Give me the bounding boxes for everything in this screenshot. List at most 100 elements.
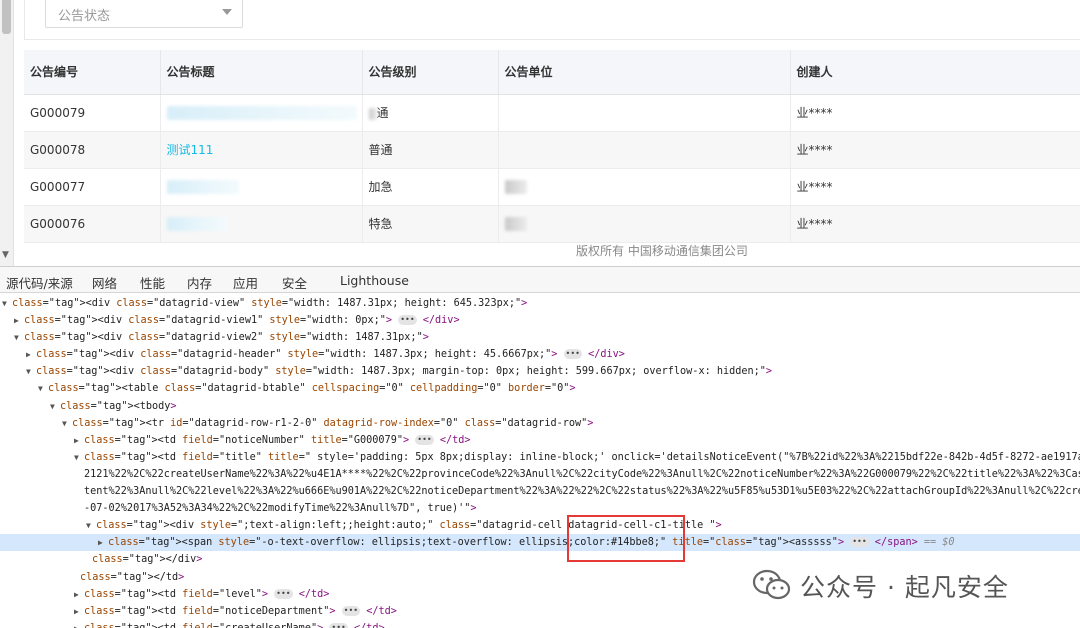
dom-node-code: 2121%22%2C%22createUserName%22%3A%22%u4E… — [84, 468, 1080, 480]
cell-creator: 业**** — [790, 131, 1080, 169]
closing-tag: </td> — [433, 434, 471, 446]
dom-node-selected[interactable]: ▶ class="tag"><span style="-o-text-overfl… — [0, 534, 1080, 552]
cell-title[interactable]: 测试111 — [160, 131, 363, 169]
chevron-down-icon[interactable] — [222, 9, 232, 15]
collapsed-ellipsis-icon[interactable]: ••• — [329, 622, 348, 628]
dom-node-code: class="tag"><tr id="datagrid-row-r1-2-0"… — [72, 417, 594, 429]
dom-node-line[interactable]: ▼ class="tag"><table class="datagrid-btab… — [0, 380, 1080, 397]
cell-unit — [498, 94, 791, 132]
cell-unit — [498, 205, 791, 243]
selected-node-marker: == $0 — [917, 537, 955, 549]
collapsed-ellipsis-icon[interactable]: ••• — [398, 315, 417, 326]
tab-security[interactable]: 安全 — [282, 273, 307, 292]
column-header-title[interactable]: 公告标题 — [160, 50, 363, 95]
closing-tag: </td> — [348, 623, 385, 628]
table-row[interactable]: G000077 加急 业**** — [24, 168, 1080, 206]
expand-triangle-icon[interactable]: ▼ — [86, 517, 96, 534]
dom-node-code: class="tag"><td field="noticeDepartment"… — [84, 605, 336, 617]
notice-title-link[interactable]: 测试111 — [167, 143, 214, 157]
dom-node-line[interactable]: ▼ class="tag"><td field="title" title=" s… — [0, 449, 1080, 466]
tab-application[interactable]: 应用 — [233, 273, 258, 292]
wechat-icon — [752, 569, 791, 600]
table-row[interactable]: G000076 特急 业**** — [24, 205, 1080, 243]
expand-triangle-icon[interactable]: ▼ — [14, 329, 24, 346]
dom-node-line[interactable]: ▼ class="tag"><div class="datagrid-view2"… — [0, 329, 1080, 346]
closing-tag: </div> — [581, 349, 625, 361]
dom-node-code: class="tag"></td> — [80, 571, 185, 583]
cell-number: G000077 — [24, 168, 161, 206]
cell-level: 加急 — [362, 168, 499, 206]
dom-node-code: class="tag"><table class="datagrid-btabl… — [48, 383, 576, 395]
cell-title[interactable] — [160, 94, 363, 132]
table-row[interactable]: G000078 测试111 普通 业**** — [24, 131, 1080, 169]
cell-creator: 业**** — [790, 94, 1080, 132]
expand-triangle-icon[interactable]: ▼ — [50, 398, 60, 415]
collapsed-ellipsis-icon[interactable]: ••• — [274, 588, 293, 599]
column-header-creator[interactable]: 创建人 — [790, 50, 1080, 95]
dom-node-code: class="tag"><div class="datagrid-view" s… — [12, 298, 528, 309]
collapsed-ellipsis-icon[interactable]: ••• — [563, 349, 582, 360]
dom-node-code: class="tag"><tbody> — [60, 400, 177, 412]
collapse-triangle-icon[interactable]: ▶ — [74, 603, 84, 620]
expand-triangle-icon[interactable]: ▼ — [62, 415, 72, 432]
collapse-triangle-icon[interactable]: ▶ — [74, 432, 84, 449]
column-header-number[interactable]: 公告编号 — [24, 50, 161, 95]
dom-node-line[interactable]: 2121%22%2C%22createUserName%22%3A%22%u4E… — [0, 466, 1080, 483]
collapse-triangle-icon[interactable]: ▶ — [14, 312, 24, 329]
expand-triangle-icon[interactable]: ▼ — [38, 380, 48, 397]
dom-node-code: class="tag"><span style="-o-text-overflo… — [108, 537, 845, 549]
dom-node-line[interactable]: ▼ class="tag"><div class="datagrid-body" … — [0, 363, 1080, 380]
cell-unit — [498, 131, 791, 169]
dom-node-line[interactable]: ▼ class="tag"><div style=";text-align:lef… — [0, 517, 1080, 534]
dom-node-code: class="tag"></div> — [92, 554, 203, 566]
table-row[interactable]: G000079 通 业**** — [24, 94, 1080, 132]
notice-status-select[interactable]: 公告状态 — [45, 0, 243, 28]
dom-node-line[interactable]: ▶ class="tag"><td field="noticeNumber" ti… — [0, 432, 1080, 449]
notice-status-placeholder: 公告状态 — [58, 9, 111, 24]
dom-node-line[interactable]: ▶ class="tag"><div class="datagrid-view1"… — [0, 312, 1080, 329]
tab-sources[interactable]: 源代码/来源 — [6, 273, 73, 292]
dom-node-code: class="tag"><div class="datagrid-view2" … — [24, 332, 429, 344]
expand-triangle-icon[interactable]: ▼ — [2, 295, 12, 312]
tab-network[interactable]: 网络 — [92, 273, 117, 292]
collapsed-ellipsis-icon[interactable]: ••• — [341, 605, 361, 616]
dom-node-line[interactable]: -07-02%2017%3A52%3A34%22%2C%22modifyTime… — [0, 500, 1080, 517]
expand-triangle-icon[interactable]: ▼ — [26, 363, 36, 380]
watermark-text: 公众号 · 起凡安全 — [800, 573, 1009, 602]
scrollbar-thumb[interactable] — [2, 0, 11, 34]
dom-node-line[interactable]: ▼ class="tag"><tbody> — [0, 398, 1080, 415]
collapsed-ellipsis-icon[interactable]: ••• — [415, 434, 434, 445]
devtools-tab-bar: 源代码/来源 网络 性能 内存 应用 安全 Lighthouse — [0, 267, 1080, 293]
cell-title[interactable] — [160, 168, 363, 206]
cell-title[interactable] — [160, 205, 363, 243]
collapse-triangle-icon[interactable]: ▶ — [74, 620, 84, 628]
collapsed-ellipsis-icon[interactable]: ••• — [850, 537, 869, 548]
dom-node-code: class="tag"><td field="noticeNumber" tit… — [84, 434, 410, 446]
dom-node-line[interactable]: ▶ class="tag"><div class="datagrid-header… — [0, 346, 1080, 363]
dom-node-code: class="tag"><div class="datagrid-view1" … — [24, 315, 393, 327]
dom-node-line[interactable]: ▼ class="tag"><tr id="datagrid-row-r1-2-0… — [0, 415, 1080, 432]
collapse-triangle-icon[interactable]: ▶ — [74, 586, 84, 603]
cell-level: 通 — [362, 94, 499, 132]
cell-creator: 业**** — [790, 205, 1080, 243]
tab-lighthouse[interactable]: Lighthouse — [340, 273, 409, 288]
dom-node-line[interactable]: ▼ class="tag"><div class="datagrid-view" … — [0, 295, 1080, 312]
cell-creator: 业**** — [790, 168, 1080, 206]
dom-node-code: -07-02%2017%3A52%3A34%22%2C%22modifyTime… — [84, 503, 477, 515]
expand-triangle-icon[interactable]: ▼ — [74, 449, 84, 466]
column-header-unit[interactable]: 公告单位 — [498, 50, 791, 95]
closing-tag: </div> — [416, 315, 460, 327]
dom-node-line[interactable]: ▶class="tag"><td field="createUserName">… — [0, 620, 1080, 628]
scroll-down-icon[interactable]: ▼ — [2, 250, 9, 260]
watermark: 公众号 · 起凡安全 — [752, 566, 1052, 606]
cell-number: G000076 — [24, 205, 161, 243]
dom-node-line[interactable]: tent%22%3Anull%2C%22level%22%3A%22%u666E… — [0, 483, 1080, 500]
vertical-scrollbar[interactable]: ▼ — [0, 0, 14, 266]
column-header-level[interactable]: 公告级别 — [362, 50, 499, 95]
highlight-annotation-box — [567, 515, 685, 562]
tab-performance[interactable]: 性能 — [140, 273, 165, 292]
tab-memory[interactable]: 内存 — [187, 273, 212, 292]
collapse-triangle-icon[interactable]: ▶ — [26, 346, 36, 363]
collapse-triangle-icon[interactable]: ▶ — [98, 534, 108, 551]
cell-level: 普通 — [362, 131, 499, 169]
